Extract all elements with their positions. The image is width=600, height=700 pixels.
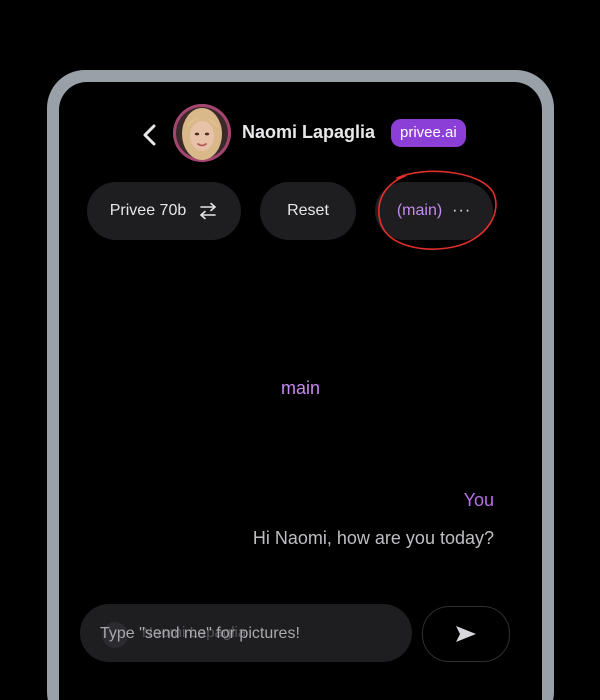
branch-label: (main) bbox=[396, 202, 443, 219]
chevron-left-icon[interactable] bbox=[139, 121, 161, 149]
chat-header: Naomi Lapaglia privee.ai bbox=[59, 104, 542, 166]
chat-screen: Naomi Lapaglia privee.ai Privee 70b Rese… bbox=[59, 82, 542, 700]
page: Naomi Lapaglia privee.ai Privee 70b Rese… bbox=[0, 0, 600, 700]
message-sender: You bbox=[463, 490, 494, 510]
more-dots-icon: ··· bbox=[452, 202, 472, 219]
reset-button[interactable]: Reset bbox=[260, 182, 356, 240]
chat-branch-name: main bbox=[280, 378, 320, 398]
contact-name: Naomi Lapaglia bbox=[242, 122, 376, 142]
composer: Naomi Lapaglia bbox=[80, 604, 412, 662]
send-button[interactable] bbox=[422, 606, 510, 662]
model-selector-button[interactable]: Privee 70b bbox=[87, 182, 241, 240]
reset-label: Reset bbox=[287, 202, 329, 219]
message-input[interactable] bbox=[98, 604, 402, 662]
brand-badge[interactable]: privee.ai bbox=[391, 119, 466, 147]
avatar[interactable] bbox=[173, 104, 231, 162]
avatar-image bbox=[173, 104, 231, 162]
message-text: Hi Naomi, how are you today? bbox=[252, 528, 494, 548]
phone-frame: Naomi Lapaglia privee.ai Privee 70b Rese… bbox=[47, 70, 554, 700]
model-label: Privee 70b bbox=[109, 202, 187, 219]
swap-arrows-icon bbox=[200, 202, 217, 220]
branch-menu-button[interactable]: (main) ··· bbox=[375, 182, 493, 240]
send-arrow-icon bbox=[456, 626, 476, 642]
